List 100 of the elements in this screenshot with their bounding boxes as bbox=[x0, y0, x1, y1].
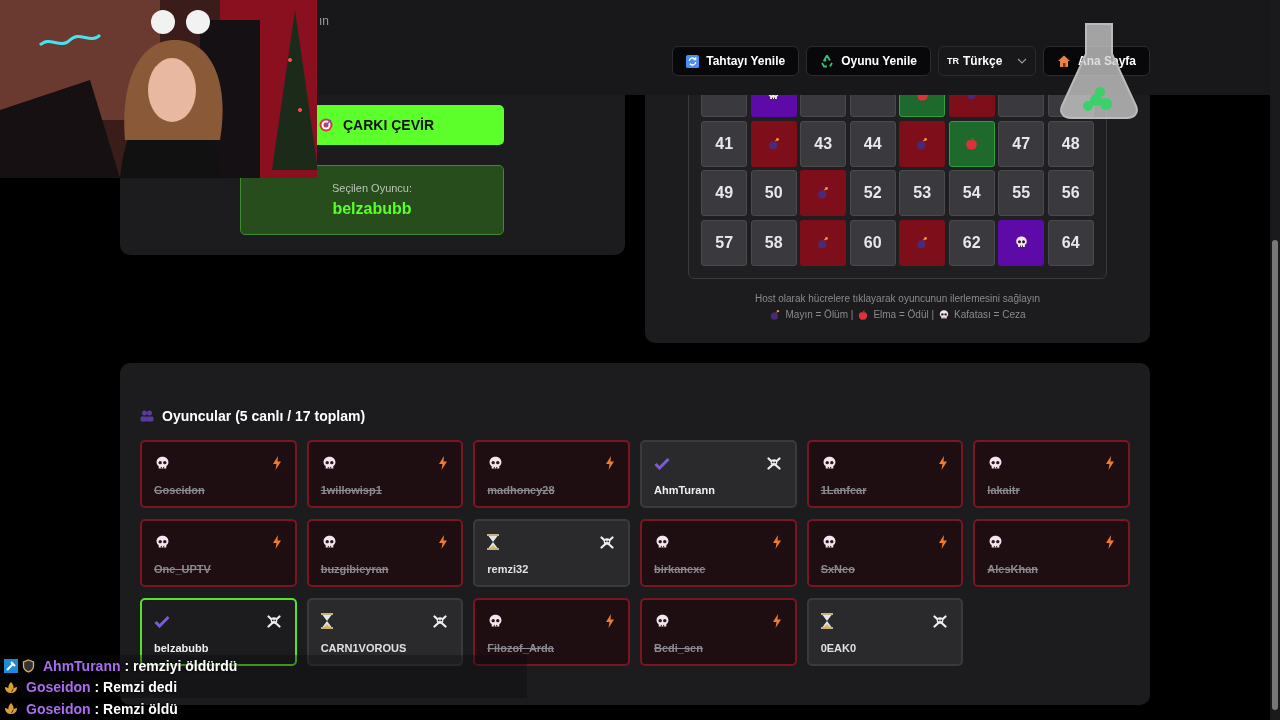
player-card[interactable]: Bedi_sen bbox=[640, 598, 797, 666]
lightning-icon bbox=[606, 614, 614, 628]
player-card[interactable]: AhmTurann bbox=[640, 440, 797, 508]
apple-icon bbox=[857, 308, 870, 321]
scrollbar[interactable] bbox=[1270, 0, 1280, 720]
board-cell[interactable]: 47 bbox=[998, 120, 1045, 167]
board-cell[interactable]: 60 bbox=[849, 219, 896, 266]
player-card[interactable]: AlesKhan bbox=[973, 519, 1130, 587]
lightning-icon bbox=[439, 535, 448, 549]
leaf-badge-icon bbox=[4, 680, 18, 694]
recycle-icon bbox=[820, 54, 835, 68]
apple-icon bbox=[964, 136, 980, 151]
bomb-icon bbox=[816, 235, 831, 250]
player-name: SxNeo bbox=[820, 563, 856, 575]
player-name: One_UPTV bbox=[154, 563, 212, 575]
board-cell[interactable]: 44 bbox=[849, 120, 896, 167]
hourglass-icon bbox=[820, 613, 833, 629]
lightning-icon bbox=[606, 456, 614, 470]
player-card[interactable]: buzgibieyran bbox=[306, 519, 464, 587]
player-card[interactable]: lakaitr bbox=[973, 440, 1130, 508]
selected-player-label: Seçilen Oyuncu: bbox=[331, 182, 413, 194]
flask-icon bbox=[1058, 20, 1140, 120]
hourglass-icon bbox=[320, 613, 333, 629]
spin-button[interactable]: ÇARKI ÇEVİR bbox=[317, 105, 504, 145]
header-text: ın bbox=[319, 14, 329, 28]
reset-button[interactable]: Oyunu Yenile bbox=[806, 46, 931, 76]
board-cell[interactable]: 52 bbox=[849, 170, 896, 216]
player-name: 1Lanfear bbox=[820, 484, 868, 496]
skull-icon bbox=[654, 612, 671, 630]
crossbones-icon bbox=[766, 456, 781, 470]
board-cell[interactable]: 55 bbox=[998, 170, 1045, 216]
board-cell[interactable] bbox=[948, 120, 995, 167]
lightning-icon bbox=[939, 456, 948, 470]
lightning-icon bbox=[772, 614, 781, 628]
board-cell[interactable] bbox=[998, 219, 1045, 266]
bomb-icon bbox=[915, 235, 930, 250]
board-hint: Host olarak hücrelere tıklayarak oyuncunun ilerlemesini sağlayın bbox=[754, 292, 1041, 304]
board-cell[interactable] bbox=[899, 120, 946, 167]
lightning-icon bbox=[772, 535, 781, 549]
skull-icon bbox=[154, 454, 171, 472]
skull-icon bbox=[938, 308, 951, 321]
language-select[interactable]: TR Türkçe bbox=[937, 46, 1036, 76]
board-cell[interactable]: 57 bbox=[701, 219, 748, 266]
leaf-badge-icon bbox=[4, 702, 18, 716]
shield-badge-icon bbox=[22, 658, 35, 673]
board-cell[interactable] bbox=[800, 219, 847, 266]
player-card[interactable]: Goseidon bbox=[140, 440, 297, 508]
lightning-icon bbox=[272, 456, 281, 470]
board-cell[interactable]: 64 bbox=[1047, 219, 1094, 266]
board-cell[interactable]: 62 bbox=[948, 219, 995, 266]
skull-icon bbox=[654, 533, 671, 551]
bomb-icon bbox=[816, 186, 831, 200]
player-card[interactable]: SxNeo bbox=[806, 519, 964, 587]
player-name: lakaitr bbox=[987, 484, 1021, 496]
board-cell[interactable]: 49 bbox=[701, 170, 748, 216]
reset-button[interactable]: Tahtayı Yenile bbox=[672, 46, 800, 76]
player-name: Bedi_sen bbox=[654, 642, 704, 654]
board-cell[interactable]: 43 bbox=[800, 120, 847, 167]
player-card[interactable]: madhoney28 bbox=[473, 440, 630, 508]
player-card[interactable]: Filozof_Arda bbox=[473, 598, 630, 666]
bomb-icon bbox=[769, 308, 782, 321]
player-name: buzgibieyran bbox=[320, 563, 390, 575]
player-card[interactable]: 1willowisp1 bbox=[306, 440, 464, 508]
legend-text: Mayın = Ölüm | bbox=[785, 309, 854, 320]
bomb-icon bbox=[915, 136, 930, 151]
chat-username: Goseidon bbox=[26, 679, 91, 696]
player-card[interactable]: birkanexe bbox=[640, 519, 797, 587]
crossbones-icon bbox=[433, 614, 448, 628]
player-card[interactable]: One_UPTV bbox=[140, 519, 297, 587]
board-cell[interactable]: 48 bbox=[1047, 120, 1094, 167]
board-cell[interactable]: 53 bbox=[899, 170, 946, 216]
chevron-down-icon bbox=[1016, 58, 1027, 64]
chat-message: : Remzi öldü bbox=[94, 700, 178, 717]
lightning-icon bbox=[1106, 535, 1114, 549]
players-title: Oyuncular (5 canlı / 17 toplam) bbox=[162, 408, 366, 424]
player-name: Filozof_Arda bbox=[487, 642, 555, 654]
player-card[interactable]: 0EAK0 bbox=[806, 598, 964, 666]
legend-text: Kafatası = Ceza bbox=[954, 309, 1026, 320]
player-name: madhoney28 bbox=[487, 484, 556, 496]
house-icon bbox=[1056, 54, 1071, 68]
lightning-icon bbox=[439, 456, 448, 470]
player-card[interactable]: remzi32 bbox=[473, 519, 630, 587]
crossbones-icon bbox=[933, 614, 948, 628]
board-cell[interactable]: 41 bbox=[701, 120, 748, 167]
board-cell[interactable]: 54 bbox=[948, 170, 995, 216]
board-cell[interactable]: 56 bbox=[1047, 170, 1094, 216]
player-card[interactable]: CARN1VOROUS bbox=[306, 598, 464, 666]
board-cell[interactable]: 50 bbox=[750, 170, 797, 216]
bomb-icon bbox=[766, 136, 781, 151]
player-name: birkanexe bbox=[654, 563, 707, 575]
player-name: AlesKhan bbox=[987, 563, 1040, 575]
board-cell[interactable]: 58 bbox=[750, 219, 797, 266]
check-icon bbox=[654, 456, 670, 470]
board-cell[interactable] bbox=[750, 120, 797, 167]
player-card[interactable]: 1Lanfear bbox=[806, 440, 964, 508]
target-icon bbox=[319, 118, 333, 132]
player-name: 1willowisp1 bbox=[320, 484, 383, 496]
lightning-icon bbox=[1106, 456, 1114, 470]
board-cell[interactable] bbox=[899, 219, 946, 266]
board-cell[interactable] bbox=[800, 170, 847, 216]
